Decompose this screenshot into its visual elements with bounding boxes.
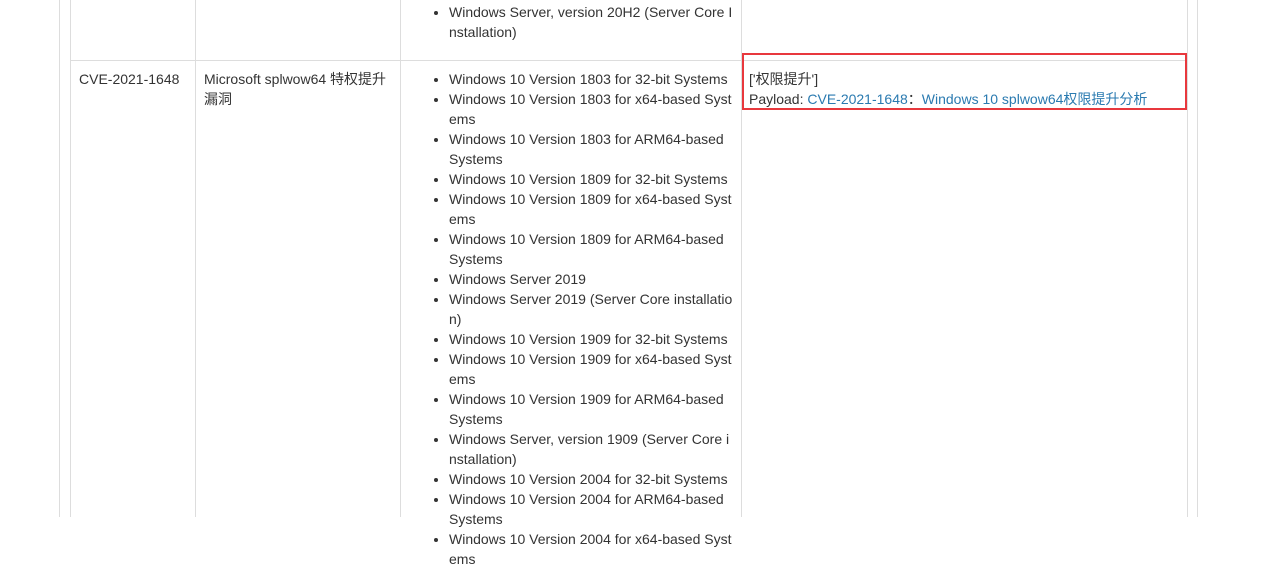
affected-system-item: Windows Server 2019	[449, 269, 736, 289]
content-frame-left-border	[59, 0, 60, 517]
payload-line: Payload: CVE-2021-1648：Windows 10 splwow…	[749, 89, 1147, 109]
affected-system-item: Windows Server, version 1909 (Server Cor…	[449, 429, 736, 469]
affected-system-item: Windows 10 Version 1803 for ARM64-based …	[449, 129, 736, 169]
affected-system-item: Windows 10 Version 1809 for 32-bit Syste…	[449, 169, 736, 189]
table-column-divider	[195, 0, 196, 517]
affected-system-item: Windows 10 Version 2004 for x64-based Sy…	[449, 529, 736, 569]
payload-article-link[interactable]: Windows 10 splwow64权限提升分析	[922, 91, 1148, 107]
affected-system-item: Windows 10 Version 2004 for 32-bit Syste…	[449, 469, 736, 489]
affected-system-item: Windows 10 Version 1809 for ARM64-based …	[449, 229, 736, 269]
affected-system-item: Windows 10 Version 1809 for x64-based Sy…	[449, 189, 736, 229]
previous-row-affected-systems-list: Windows Server, version 20H2 (Server Cor…	[431, 2, 736, 42]
table-border-right	[1187, 0, 1188, 517]
affected-system-item: Windows Server 2019 (Server Core install…	[449, 289, 736, 329]
payload-cve-link[interactable]: CVE-2021-1648	[807, 91, 907, 107]
payload-type-label: ['权限提升']	[749, 71, 819, 87]
affected-system-item: Windows 10 Version 1909 for ARM64-based …	[449, 389, 736, 429]
payload-separator: ：	[907, 91, 922, 107]
affected-system-item: Windows 10 Version 1909 for 32-bit Syste…	[449, 329, 736, 349]
affected-system-item: Windows 10 Version 1803 for x64-based Sy…	[449, 89, 736, 129]
content-frame-right-border	[1197, 0, 1198, 517]
affected-system-item: Windows 10 Version 1909 for x64-based Sy…	[449, 349, 736, 389]
affected-system-item: Windows 10 Version 1803 for 32-bit Syste…	[449, 69, 736, 89]
cve-id-cell: CVE-2021-1648	[79, 71, 180, 87]
affected-system-item: Windows Server, version 20H2 (Server Cor…	[449, 2, 736, 42]
table-border-left	[70, 0, 71, 517]
vulnerability-name-cell: Microsoft splwow64 特权提升漏洞	[204, 71, 387, 107]
table-column-divider	[400, 0, 401, 517]
payload-label: Payload:	[749, 91, 808, 107]
affected-systems-list: Windows 10 Version 1803 for 32-bit Syste…	[431, 69, 736, 569]
affected-system-item: Windows 10 Version 2004 for ARM64-based …	[449, 489, 736, 529]
